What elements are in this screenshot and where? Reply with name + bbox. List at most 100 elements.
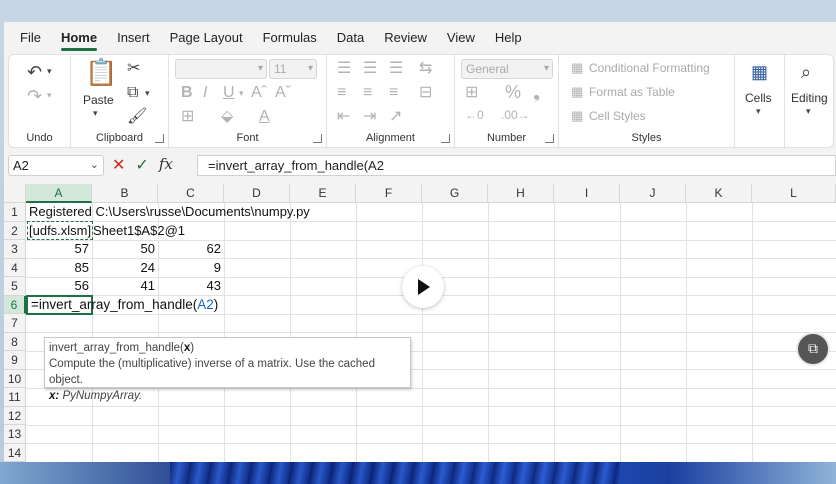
picture-in-picture-icon[interactable]: ⧉ <box>796 332 830 366</box>
editing-button[interactable]: Editing <box>791 91 828 105</box>
col-header-i[interactable]: I <box>554 184 620 203</box>
align-top-icon[interactable]: ☰ <box>337 61 351 77</box>
cell-a4[interactable]: 85 <box>26 259 89 277</box>
col-header-e[interactable]: E <box>290 184 356 203</box>
row-header-5[interactable]: 5 <box>4 277 26 296</box>
format-as-table-button[interactable]: Format as Table <box>589 85 675 99</box>
row-header-2[interactable]: 2 <box>4 221 26 240</box>
comma-style-icon[interactable]: ❟ <box>533 83 540 101</box>
cell-a5[interactable]: 56 <box>26 277 89 295</box>
format-as-table-icon[interactable]: ▦ <box>571 85 583 98</box>
row-header-8[interactable]: 8 <box>4 332 26 351</box>
row-header-13[interactable]: 13 <box>4 425 26 444</box>
wrap-text-icon[interactable]: ⇆ <box>419 61 432 77</box>
paste-label[interactable]: Paste <box>83 93 114 107</box>
menu-review[interactable]: Review <box>384 24 427 51</box>
alignment-launcher-icon[interactable] <box>441 134 450 143</box>
cell-c4[interactable]: 9 <box>158 259 221 277</box>
cell-b5[interactable]: 41 <box>92 277 155 295</box>
cell-b4[interactable]: 24 <box>92 259 155 277</box>
cell-a3[interactable]: 57 <box>26 240 89 258</box>
merge-center-icon[interactable]: ⊟ <box>419 85 432 101</box>
cut-icon[interactable]: ✂ <box>127 61 140 77</box>
cell-c3[interactable]: 62 <box>158 240 221 258</box>
row-header-1[interactable]: 1 <box>4 203 26 222</box>
bold-icon[interactable]: B <box>181 85 193 101</box>
select-all-corner[interactable] <box>4 184 26 203</box>
accounting-format-icon[interactable]: ⊞ <box>465 85 478 101</box>
cells-icon[interactable]: ▦ <box>751 63 768 81</box>
col-header-a[interactable]: A <box>26 184 92 203</box>
borders-icon[interactable]: ⊞ <box>181 109 194 125</box>
decrease-decimal-icon[interactable]: .00→ <box>501 109 530 121</box>
fill-color-icon[interactable]: ⬙ <box>221 109 233 125</box>
clipboard-launcher-icon[interactable] <box>155 134 164 143</box>
search-icon[interactable]: ⌕ <box>801 63 811 81</box>
insert-function-icon[interactable]: fx <box>159 155 173 175</box>
col-header-g[interactable]: G <box>422 184 488 203</box>
menu-insert[interactable]: Insert <box>117 24 150 51</box>
row-header-10[interactable]: 10 <box>4 369 26 388</box>
percent-icon[interactable]: % <box>505 83 521 101</box>
name-box[interactable]: A2 ⌄ <box>8 155 104 176</box>
paste-dropdown-icon[interactable]: ▾ <box>93 109 98 118</box>
font-launcher-icon[interactable] <box>313 134 322 143</box>
menu-page-layout[interactable]: Page Layout <box>170 24 243 51</box>
redo-dropdown-icon[interactable]: ▾ <box>47 91 52 100</box>
font-color-icon[interactable]: A <box>259 109 270 125</box>
increase-font-icon[interactable]: Aˆ <box>251 85 267 101</box>
row-header-9[interactable]: 9 <box>4 351 26 370</box>
col-header-f[interactable]: F <box>356 184 422 203</box>
row-header-6[interactable]: 6 <box>4 295 26 314</box>
cell-b2[interactable]: Sheet1$A$2@1 <box>93 222 185 240</box>
cell-a6[interactable]: =invert_array_from_handle(A2) <box>31 296 218 314</box>
cell-styles-icon[interactable]: ▦ <box>571 109 583 122</box>
cancel-icon[interactable]: ✕ <box>112 155 125 175</box>
redo-icon[interactable]: ↷ <box>27 87 42 105</box>
conditional-formatting-icon[interactable]: ▦ <box>571 61 583 74</box>
col-header-j[interactable]: J <box>620 184 686 203</box>
menu-file[interactable]: File <box>20 24 41 51</box>
menu-home[interactable]: Home <box>60 24 98 51</box>
row-header-14[interactable]: 14 <box>4 443 26 462</box>
cells-dropdown-icon[interactable]: ▾ <box>756 107 761 116</box>
cell-b3[interactable]: 50 <box>92 240 155 258</box>
cell-a1[interactable]: Registered C:\Users\russe\Documents\nump… <box>29 203 310 221</box>
undo-dropdown-icon[interactable]: ▾ <box>47 67 52 76</box>
col-header-k[interactable]: K <box>686 184 752 203</box>
number-launcher-icon[interactable] <box>545 134 554 143</box>
formula-input[interactable]: =invert_array_from_handle(A2 <box>197 155 836 176</box>
play-button[interactable] <box>402 266 444 308</box>
number-format-combo[interactable]: General ▾ <box>461 59 553 79</box>
row-header-3[interactable]: 3 <box>4 240 26 259</box>
tooltip-signature[interactable]: invert_array_from_handle(x) <box>49 340 406 356</box>
copy-icon[interactable]: ⧉ <box>127 85 138 101</box>
cell-styles-button[interactable]: Cell Styles <box>589 109 646 123</box>
col-header-l[interactable]: L <box>752 184 836 203</box>
menu-formulas[interactable]: Formulas <box>263 24 317 51</box>
decrease-font-icon[interactable]: Aˇ <box>275 85 291 101</box>
underline-dropdown-icon[interactable]: ▾ <box>239 89 244 98</box>
paste-icon[interactable]: 📋 <box>85 59 117 85</box>
enter-icon[interactable]: ✓ <box>135 155 148 175</box>
col-header-b[interactable]: B <box>92 184 158 203</box>
decrease-indent-icon[interactable]: ⇤ <box>337 109 350 125</box>
row-header-12[interactable]: 12 <box>4 406 26 425</box>
font-name-combo[interactable]: ▾ <box>175 59 267 79</box>
row-header-11[interactable]: 11 <box>4 388 26 407</box>
underline-icon[interactable]: U <box>223 85 235 101</box>
row-header-4[interactable]: 4 <box>4 258 26 277</box>
align-right-icon[interactable]: ≡ <box>389 85 398 101</box>
align-center-icon[interactable]: ≡ <box>363 85 372 101</box>
conditional-formatting-button[interactable]: Conditional Formatting <box>589 61 710 75</box>
increase-decimal-icon[interactable]: ←0 <box>465 109 484 121</box>
undo-icon[interactable]: ↶ <box>27 63 42 81</box>
increase-indent-icon[interactable]: ⇥ <box>363 109 376 125</box>
menu-data[interactable]: Data <box>337 24 364 51</box>
editing-dropdown-icon[interactable]: ▾ <box>806 107 811 116</box>
row-header-7[interactable]: 7 <box>4 314 26 333</box>
col-header-d[interactable]: D <box>224 184 290 203</box>
font-size-combo[interactable]: 11 ▾ <box>269 59 317 79</box>
align-bottom-icon[interactable]: ☰ <box>389 61 403 77</box>
cells-button[interactable]: Cells <box>745 91 772 105</box>
